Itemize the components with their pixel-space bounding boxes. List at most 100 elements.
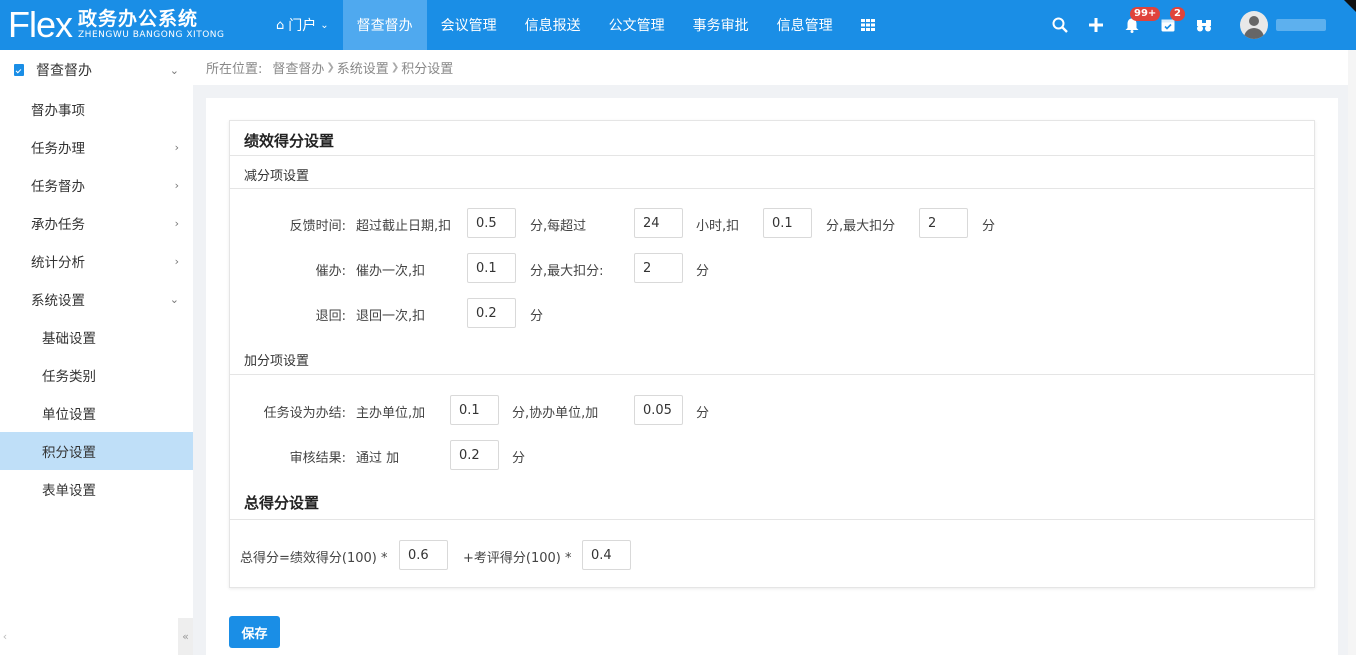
search-icon (1052, 17, 1068, 33)
logo[interactable]: Flex 政务办公系统 ZHENGWU BANGONG XITONG (0, 0, 262, 50)
save-button[interactable]: 保存 (229, 616, 280, 648)
performance-title: 绩效得分设置 (244, 132, 335, 150)
urge-text: 催办一次,扣 (356, 264, 426, 279)
finish-text: 主办单位,加 (356, 406, 426, 421)
nav-approval[interactable]: 事务审批 (679, 0, 763, 50)
nav-portal[interactable]: ⌂ 门户 ⌄ (262, 0, 343, 50)
sidebar-item-label: 任务办理 (31, 141, 85, 157)
clipboard-check-icon (14, 64, 24, 76)
glasses-button[interactable] (1186, 0, 1222, 50)
back-text: 退回一次,扣 (356, 309, 426, 324)
feedback-hour-deduct-input[interactable] (763, 208, 812, 238)
logo-subtitle: ZHENGWU BANGONG XITONG (78, 30, 225, 41)
urge-max-input[interactable] (634, 253, 683, 283)
total-performance-weight-input[interactable] (399, 540, 448, 570)
scroll-left-button[interactable]: ‹ (0, 618, 10, 655)
add-button[interactable] (1078, 0, 1114, 50)
chevron-down-icon: ⌄ (320, 19, 329, 31)
sidebar-item-supervision-items[interactable]: 督办事项 (0, 90, 193, 128)
breadcrumb-item[interactable]: 系统设置 (337, 58, 389, 77)
username-redacted[interactable] (1276, 19, 1326, 31)
top-bar: Flex 政务办公系统 ZHENGWU BANGONG XITONG ⌂ 门户 … (0, 0, 1356, 50)
sidebar-item-task-category[interactable]: 任务类别 (0, 356, 193, 394)
sidebar-item-label: 单位设置 (42, 407, 96, 423)
message-button[interactable]: 2 (1150, 0, 1186, 50)
urge-text: 分,最大扣分: (530, 264, 604, 279)
feedback-hours-input[interactable] (634, 208, 683, 238)
nav-report[interactable]: 信息报送 (511, 0, 595, 50)
breadcrumb-prefix: 所在位置: (206, 62, 263, 77)
nav-label: 督查督办 (356, 18, 413, 34)
nav-more[interactable] (847, 0, 889, 50)
divider (230, 155, 1314, 156)
chevron-right-icon: › (174, 254, 179, 268)
nav-info[interactable]: 信息管理 (763, 0, 847, 50)
breadcrumb-item: 积分设置 (401, 62, 454, 77)
sidebar: 督查督办 ⌄ 督办事项 任务办理 › 任务督办 › 承办任务 › 统计分析 › 系统设置… (0, 50, 193, 655)
total-evaluation-weight-input[interactable] (582, 540, 631, 570)
sidebar-item-task-handling[interactable]: 任务办理 › (0, 128, 193, 166)
sidebar-collapse-button[interactable]: « (178, 618, 193, 655)
finish-host-input[interactable] (450, 395, 499, 425)
binoculars-icon (1197, 19, 1211, 31)
content-card: 绩效得分设置 减分项设置 反馈时间: 超过截止日期,扣 分,每超过 小时,扣 分… (206, 98, 1338, 655)
message-badge: 2 (1170, 7, 1185, 21)
sidebar-item-statistics[interactable]: 统计分析 › (0, 242, 193, 280)
divider (230, 188, 1314, 189)
sidebar-item-score-settings[interactable]: 积分设置 (0, 432, 193, 470)
sidebar-item-label: 督办事项 (31, 103, 85, 119)
score-settings-panel: 绩效得分设置 减分项设置 反馈时间: 超过截止日期,扣 分,每超过 小时,扣 分… (229, 120, 1315, 588)
add-title: 加分项设置 (244, 354, 310, 369)
nav-supervision[interactable]: 督查督办 (342, 0, 427, 50)
feedback-text: 超过截止日期,扣 (356, 219, 452, 234)
feedback-text: 小时,扣 (696, 219, 740, 234)
total-title: 总得分设置 (244, 494, 320, 512)
nav-label: 信息管理 (776, 18, 833, 34)
grid-icon (860, 19, 875, 31)
review-add-input[interactable] (450, 440, 499, 470)
sidebar-section-title: 督查督办 (36, 63, 92, 79)
nav-document[interactable]: 公文管理 (595, 0, 679, 50)
urge-deduct-input[interactable] (467, 253, 516, 283)
feedback-text: 分,最大扣分 (826, 219, 896, 234)
chevron-right-icon: › (174, 140, 179, 154)
finish-label: 任务设为办结: (263, 406, 346, 421)
plus-icon (1089, 18, 1103, 32)
avatar[interactable] (1240, 11, 1268, 39)
feedback-deduct-input[interactable] (467, 208, 516, 238)
corner-marker (1344, 0, 1356, 12)
sidebar-item-task-supervision[interactable]: 任务督办 › (0, 166, 193, 204)
sidebar-item-unit-settings[interactable]: 单位设置 (0, 394, 193, 432)
chevron-right-icon: › (174, 216, 179, 230)
notification-button[interactable]: 99+ (1114, 0, 1161, 50)
scrollbar[interactable] (1348, 50, 1356, 655)
sidebar-item-label: 系统设置 (31, 293, 85, 309)
chevron-right-icon: › (174, 178, 179, 192)
sidebar-item-system-settings[interactable]: 系统设置 ⌄ (0, 280, 193, 318)
sidebar-section-header[interactable]: 督查督办 ⌄ (0, 50, 193, 90)
chevron-right-icon: ❯ (326, 62, 335, 73)
divider (230, 519, 1314, 520)
search-button[interactable] (1042, 0, 1078, 50)
urge-text: 分 (696, 264, 710, 279)
sidebar-item-undertaken-tasks[interactable]: 承办任务 › (0, 204, 193, 242)
nav-label: 会议管理 (440, 18, 497, 34)
sidebar-item-label: 统计分析 (31, 255, 85, 271)
nav-label: 事务审批 (692, 18, 749, 34)
feedback-max-input[interactable] (919, 208, 968, 238)
sidebar-item-basic-settings[interactable]: 基础设置 (0, 318, 193, 356)
sidebar-item-label: 任务督办 (31, 179, 85, 195)
breadcrumb-item[interactable]: 督查督办 (272, 58, 324, 77)
review-text: 通过 加 (356, 451, 400, 466)
chevron-down-icon: ⌄ (169, 63, 179, 77)
feedback-label: 反馈时间: (289, 219, 346, 234)
finish-co-input[interactable] (634, 395, 683, 425)
finish-text: 分,协办单位,加 (512, 406, 599, 421)
nav-meeting[interactable]: 会议管理 (427, 0, 511, 50)
back-deduct-input[interactable] (467, 298, 516, 328)
sidebar-item-form-settings[interactable]: 表单设置 (0, 470, 193, 508)
back-text: 分 (530, 309, 544, 324)
main-nav: ⌂ 门户 ⌄ 督查督办 会议管理 信息报送 公文管理 事务审批 信息管理 (262, 0, 889, 50)
total-text: 总得分=绩效得分(100) * (240, 551, 388, 566)
feedback-text: 分 (982, 219, 996, 234)
